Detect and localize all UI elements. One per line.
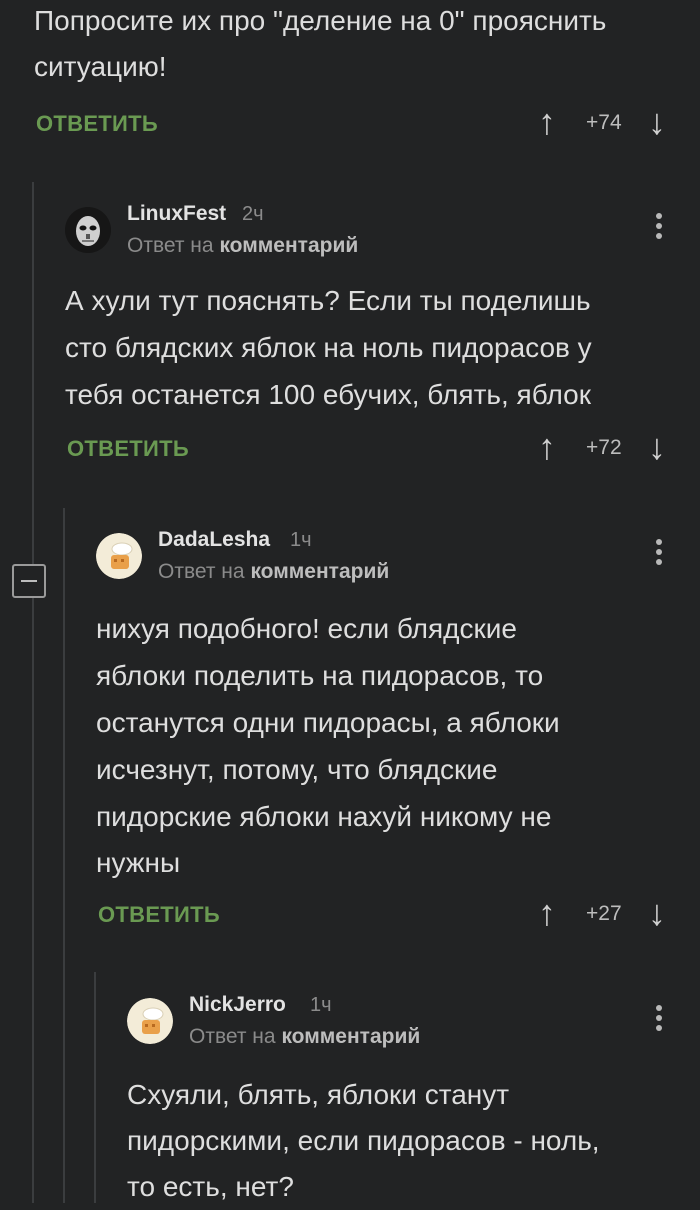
timestamp: 1ч (310, 994, 332, 1016)
chef-avatar-icon (127, 998, 173, 1044)
comment-text: тебя останется 100 ебучих, блять, яблок (65, 379, 591, 410)
thread-line-level1 (32, 182, 34, 1203)
reply-button[interactable]: ОТВЕТИТЬ (98, 902, 220, 928)
reply-to-line: Ответ на комментарий (127, 234, 358, 258)
reply-to-prefix: Ответ на (189, 1025, 276, 1048)
upvote-icon[interactable]: ↑ (538, 429, 556, 465)
reply-button[interactable]: ОТВЕТИТЬ (36, 111, 158, 137)
collapse-thread-button[interactable] (12, 564, 46, 598)
reply-to-link[interactable]: комментарий (219, 234, 358, 257)
upvote-icon[interactable]: ↑ (538, 895, 556, 931)
downvote-icon[interactable]: ↓ (648, 429, 666, 465)
thread-line-level3 (94, 972, 96, 1203)
rating-value: +72 (586, 436, 622, 459)
reply-to-prefix: Ответ на (158, 560, 245, 583)
comment-text: нужны (96, 847, 181, 878)
chef-avatar-icon (96, 533, 142, 579)
comment-text: ситуацию! (34, 51, 167, 82)
comment-text: нихуя подобного! если блядские (96, 613, 517, 644)
comment-text: исчезнут, потому, что блядские (96, 754, 498, 785)
timestamp: 1ч (290, 529, 312, 551)
avatar[interactable] (65, 207, 111, 253)
thread-line-level2 (63, 508, 65, 1203)
downvote-icon[interactable]: ↓ (648, 895, 666, 931)
reply-button[interactable]: ОТВЕТИТЬ (67, 436, 189, 462)
comment-text: то есть, нет? (127, 1171, 294, 1202)
reply-to-prefix: Ответ на (127, 234, 214, 257)
comment-text: пидорские яблоки нахуй никому не (96, 801, 552, 832)
avatar[interactable] (96, 533, 142, 579)
upvote-icon[interactable]: ↑ (538, 104, 556, 140)
more-options-icon[interactable] (655, 1005, 663, 1035)
comment-text: сто блядских яблок на ноль пидорасов у (65, 332, 592, 363)
rating-value: +74 (586, 111, 622, 134)
comment-text: останутся одни пидорасы, а яблоки (96, 707, 560, 738)
avatar[interactable] (127, 998, 173, 1044)
username[interactable]: NickJerro (189, 993, 286, 1017)
username[interactable]: LinuxFest (127, 202, 226, 226)
reply-to-link[interactable]: комментарий (250, 560, 389, 583)
mask-avatar-icon (65, 207, 111, 253)
reply-to-line: Ответ на комментарий (158, 560, 389, 584)
reply-to-link[interactable]: комментарий (281, 1025, 420, 1048)
comment-text: яблоки поделить на пидорасов, то (96, 660, 544, 691)
more-options-icon[interactable] (655, 539, 663, 569)
username[interactable]: DadaLesha (158, 528, 270, 552)
timestamp: 2ч (242, 203, 264, 225)
comment-text: Попросите их про "деление на 0" прояснит… (34, 5, 607, 36)
comment-text: пидорскими, если пидорасов - ноль, (127, 1125, 600, 1156)
reply-to-line: Ответ на комментарий (189, 1025, 420, 1049)
comment-text: А хули тут пояснять? Если ты поделишь (65, 285, 591, 316)
rating-value: +27 (586, 902, 622, 925)
more-options-icon[interactable] (655, 213, 663, 243)
downvote-icon[interactable]: ↓ (648, 104, 666, 140)
comment-text: Схуяли, блять, яблоки станут (127, 1079, 510, 1110)
